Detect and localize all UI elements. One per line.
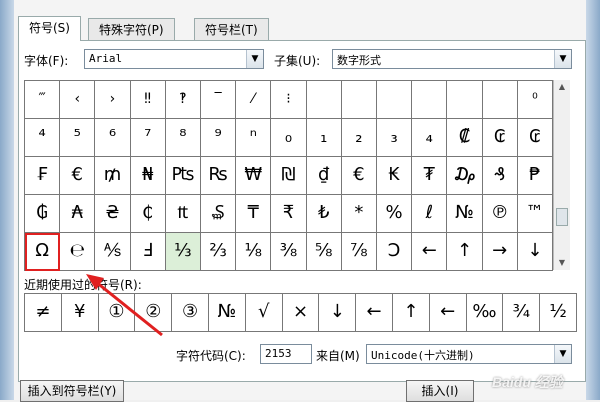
tab-symbols[interactable]: 符号(S) [18, 16, 81, 41]
arrow-shaft [95, 280, 163, 337]
symbol-dialog: 符号(S) 特殊字符(P) 符号栏(T) 字体(F): Arial ▼ 子集(U… [0, 0, 600, 402]
watermark: Baidu 经验 [492, 374, 563, 390]
annotation-arrow [86, 274, 163, 337]
